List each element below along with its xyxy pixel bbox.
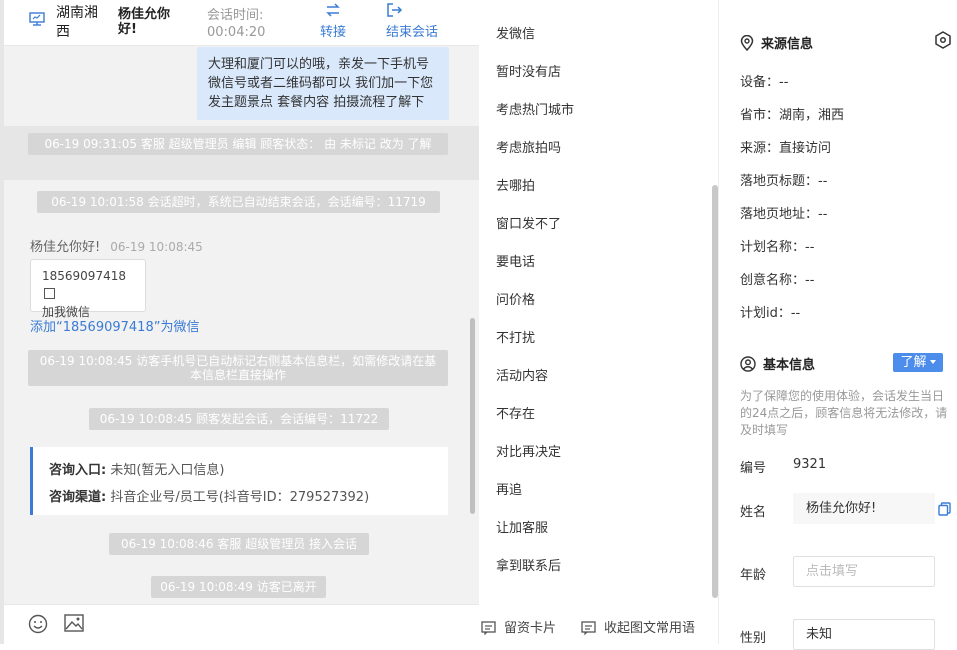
sender-name: 杨佳允你好! <box>30 240 101 255</box>
phrase-item[interactable]: 要电话 <box>496 251 535 270</box>
system-message: 06-19 10:08:49 访客已离开 <box>151 576 326 598</box>
consult-channel-value: 抖音企业号/员工号(抖音号ID：279527392) <box>110 490 370 505</box>
phrase-item[interactable]: 发微信 <box>496 23 535 42</box>
source-info-title: 来源信息 <box>761 37 814 52</box>
consult-entry-label: 咨询入口: <box>49 463 107 478</box>
age-label: 年龄 <box>740 568 767 583</box>
phrase-item[interactable]: 活动内容 <box>496 365 548 384</box>
transfer-label: 转接 <box>320 25 347 40</box>
name-field[interactable]: 杨佳允你好! <box>793 493 935 524</box>
lead-card-button[interactable]: 留资卡片 <box>481 617 556 636</box>
chat-scrollbar[interactable] <box>470 318 475 514</box>
collapse-icon <box>581 621 596 636</box>
visitor-message-card: 18569097418 加我微信 <box>30 259 146 319</box>
creative-name: 创意名称：-- <box>740 273 815 288</box>
chat-header: 湖南湘西 杨佳允你好! 会话时间: 00:04:20 转接 结束会话 <box>4 0 479 46</box>
system-message: 06-19 10:01:58 会话超时，系统已自动结束会话，会话编号：11719 <box>37 191 440 213</box>
customer-status-label: 了解 <box>900 355 927 370</box>
phrase-scrollbar[interactable] <box>712 185 718 598</box>
source-device: 设备：-- <box>740 75 789 90</box>
age-field[interactable]: 点击填写 <box>793 556 935 587</box>
add-wechat-link[interactable]: 添加“18569097418”为微信 <box>30 316 199 335</box>
end-session-button[interactable]: 结束会话 <box>386 2 438 40</box>
gender-select[interactable]: 未知 <box>793 619 935 650</box>
collapse-phrases-button[interactable]: 收起图文常用语 <box>581 617 695 636</box>
landing-page-url: 落地页地址：-- <box>740 207 828 222</box>
phrase-item[interactable]: 让加客服 <box>496 517 548 536</box>
collapse-phrases-label: 收起图文常用语 <box>604 621 696 636</box>
id-value: 9321 <box>793 457 827 472</box>
session-time: 00:04:20 <box>207 25 266 40</box>
monitor-icon <box>29 12 45 26</box>
sender-time: 06-19 10:08:45 <box>110 240 203 254</box>
consult-entry-value: 未知(暂无入口信息) <box>110 463 225 478</box>
source-info-header: 来源信息 <box>740 33 813 52</box>
basic-info-title: 基本信息 <box>763 358 816 373</box>
name-label: 姓名 <box>740 505 767 520</box>
session-time-label: 会话时间: <box>207 8 264 23</box>
chat-input-toolbar <box>4 604 479 644</box>
system-message: 06-19 10:08:46 客服 超级管理员 接入会话 <box>109 533 369 555</box>
chat-panel: 湖南湘西 杨佳允你好! 会话时间: 00:04:20 转接 结束会话 大理和厦门… <box>0 0 479 644</box>
system-message: 06-19 10:08:45 访客手机号已自动标记右侧基本信息栏，如需修改请在基… <box>28 350 448 386</box>
location-pin-icon <box>740 34 754 52</box>
visitor-name: 杨佳允你好! <box>118 7 171 37</box>
exit-icon <box>387 3 403 17</box>
phrase-item[interactable]: 问价格 <box>496 289 535 308</box>
phrase-item[interactable]: 再追 <box>496 479 522 498</box>
phrase-item[interactable]: 对比再决定 <box>496 441 561 460</box>
phrase-item[interactable]: 不打扰 <box>496 327 535 346</box>
copy-icon[interactable] <box>938 502 951 520</box>
phrase-item[interactable]: 不存在 <box>496 403 535 422</box>
source-channel: 来源：直接访问 <box>740 141 832 156</box>
emoji-icon[interactable] <box>28 614 48 638</box>
gender-label: 性别 <box>740 631 767 646</box>
end-session-label: 结束会话 <box>386 25 439 40</box>
transfer-icon <box>326 3 340 17</box>
chat-messages[interactable]: 大理和厦门可以的哦，亲发一下手机号微信号或者二维码都可以 我们加一下您发主题景点… <box>4 46 479 604</box>
user-circle-icon <box>740 356 756 372</box>
image-icon[interactable] <box>64 614 84 636</box>
landing-page-title: 落地页标题：-- <box>740 174 828 189</box>
copy-icon[interactable] <box>44 288 55 299</box>
card-phone: 18569097418 <box>42 269 126 283</box>
transfer-button[interactable]: 转接 <box>320 2 346 40</box>
consult-info: 咨询入口: 未知(暂无入口信息) 咨询渠道: 抖音企业号/员工号(抖音号ID：2… <box>30 447 448 515</box>
caret-down-icon <box>929 360 936 364</box>
system-message: 06-19 10:08:45 顾客发起会话，会话编号：11722 <box>89 408 389 430</box>
lead-card-label: 留资卡片 <box>504 621 557 636</box>
card-icon <box>481 621 496 636</box>
phrase-item[interactable]: 暂时没有店 <box>496 61 561 80</box>
plan-id: 计划id：-- <box>740 306 801 321</box>
visitor-sender: 杨佳允你好! 06-19 10:08:45 <box>30 236 203 255</box>
customer-status-dropdown[interactable]: 了解 <box>893 353 943 372</box>
phrase-item[interactable]: 考虑旅拍吗 <box>496 137 561 156</box>
phrase-item[interactable]: 去哪拍 <box>496 175 535 194</box>
visitor-info-panel: 来源信息 设备：-- 省市：湖南，湘西 来源：直接访问 落地页标题：-- 落地页… <box>719 0 957 650</box>
quick-phrase-panel: 发微信 暂时没有店 考虑热门城市 考虑旅拍吗 去哪拍 窗口发不了 要电话 问价格… <box>479 0 719 644</box>
basic-info-header: 基本信息 <box>740 354 815 373</box>
plan-name: 计划名称：-- <box>740 240 815 255</box>
target-icon[interactable] <box>934 31 952 53</box>
source-province-city: 省市：湖南，湘西 <box>740 108 845 123</box>
phrase-item[interactable]: 拿到联系后 <box>496 555 561 574</box>
phrase-item[interactable]: 考虑热门城市 <box>496 99 574 118</box>
visitor-location: 湖南湘西 <box>56 5 98 40</box>
consult-channel-label: 咨询渠道: <box>49 490 107 505</box>
edit-notice: 为了保障您的使用体验，会话发生当日的24点之后，顾客信息将无法修改，请及时填写 <box>740 389 948 437</box>
phrase-item[interactable]: 窗口发不了 <box>496 213 561 232</box>
system-message: 06-19 09:31:05 客服 超级管理员 编辑 顾客状态： 由 未标记 改… <box>28 133 448 155</box>
agent-message: 大理和厦门可以的哦，亲发一下手机号微信号或者二维码都可以 我们加一下您发主题景点… <box>197 47 449 120</box>
id-label: 编号 <box>740 461 767 476</box>
